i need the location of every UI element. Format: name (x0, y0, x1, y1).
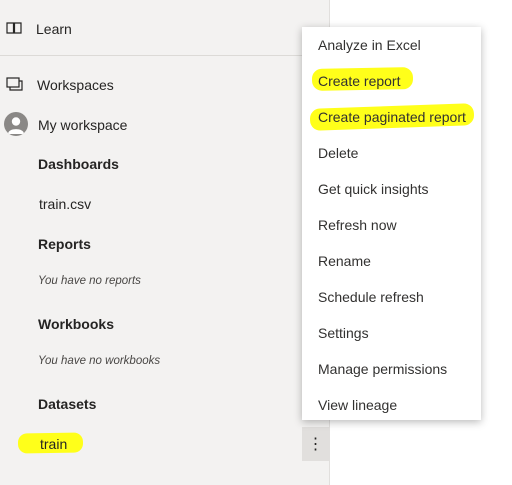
nav-workspaces[interactable]: Workspaces (0, 68, 329, 102)
menu-item-view-lineage[interactable]: View lineage (318, 397, 397, 413)
menu-item-settings[interactable]: Settings (318, 325, 369, 341)
menu-item-delete[interactable]: Delete (318, 145, 358, 161)
menu-item-schedule-refresh[interactable]: Schedule refresh (318, 289, 424, 305)
section-datasets-title: Datasets (38, 396, 97, 412)
menu-item-create-report[interactable]: Create report (318, 73, 400, 89)
dashboard-item-train-csv[interactable]: train.csv (39, 196, 91, 212)
reports-empty-text: You have no reports (38, 275, 141, 287)
section-workbooks-title: Workbooks (38, 316, 114, 332)
nav-learn-label: Learn (36, 21, 72, 37)
section-reports-title: Reports (38, 236, 91, 252)
menu-item-analyze-in-excel[interactable]: Analyze in Excel (318, 37, 421, 53)
sidebar-divider (0, 55, 329, 56)
nav-learn[interactable]: Learn (0, 12, 329, 46)
workbooks-empty-text: You have no workbooks (38, 355, 161, 367)
context-menu: Analyze in Excel Create report Create pa… (302, 27, 481, 420)
nav-my-workspace[interactable]: My workspace (0, 107, 329, 141)
menu-item-refresh-now[interactable]: Refresh now (318, 217, 397, 233)
menu-item-get-quick-insights[interactable]: Get quick insights (318, 181, 429, 197)
menu-item-create-paginated-report[interactable]: Create paginated report (318, 109, 466, 125)
more-options-icon: ⋮ (307, 436, 324, 453)
menu-item-manage-permissions[interactable]: Manage permissions (318, 361, 447, 377)
nav-workspaces-label: Workspaces (37, 77, 114, 93)
workspaces-icon (6, 76, 24, 92)
sidebar: Learn Workspaces My workspace Dashboards… (0, 0, 330, 485)
menu-item-rename[interactable]: Rename (318, 253, 371, 269)
nav-my-workspace-label: My workspace (38, 117, 128, 133)
user-avatar-icon (4, 112, 28, 136)
dataset-item-train[interactable]: train (40, 436, 67, 452)
section-dashboards-title: Dashboards (38, 156, 119, 172)
book-icon (6, 20, 22, 36)
more-options-button[interactable]: ⋮ (302, 427, 329, 461)
